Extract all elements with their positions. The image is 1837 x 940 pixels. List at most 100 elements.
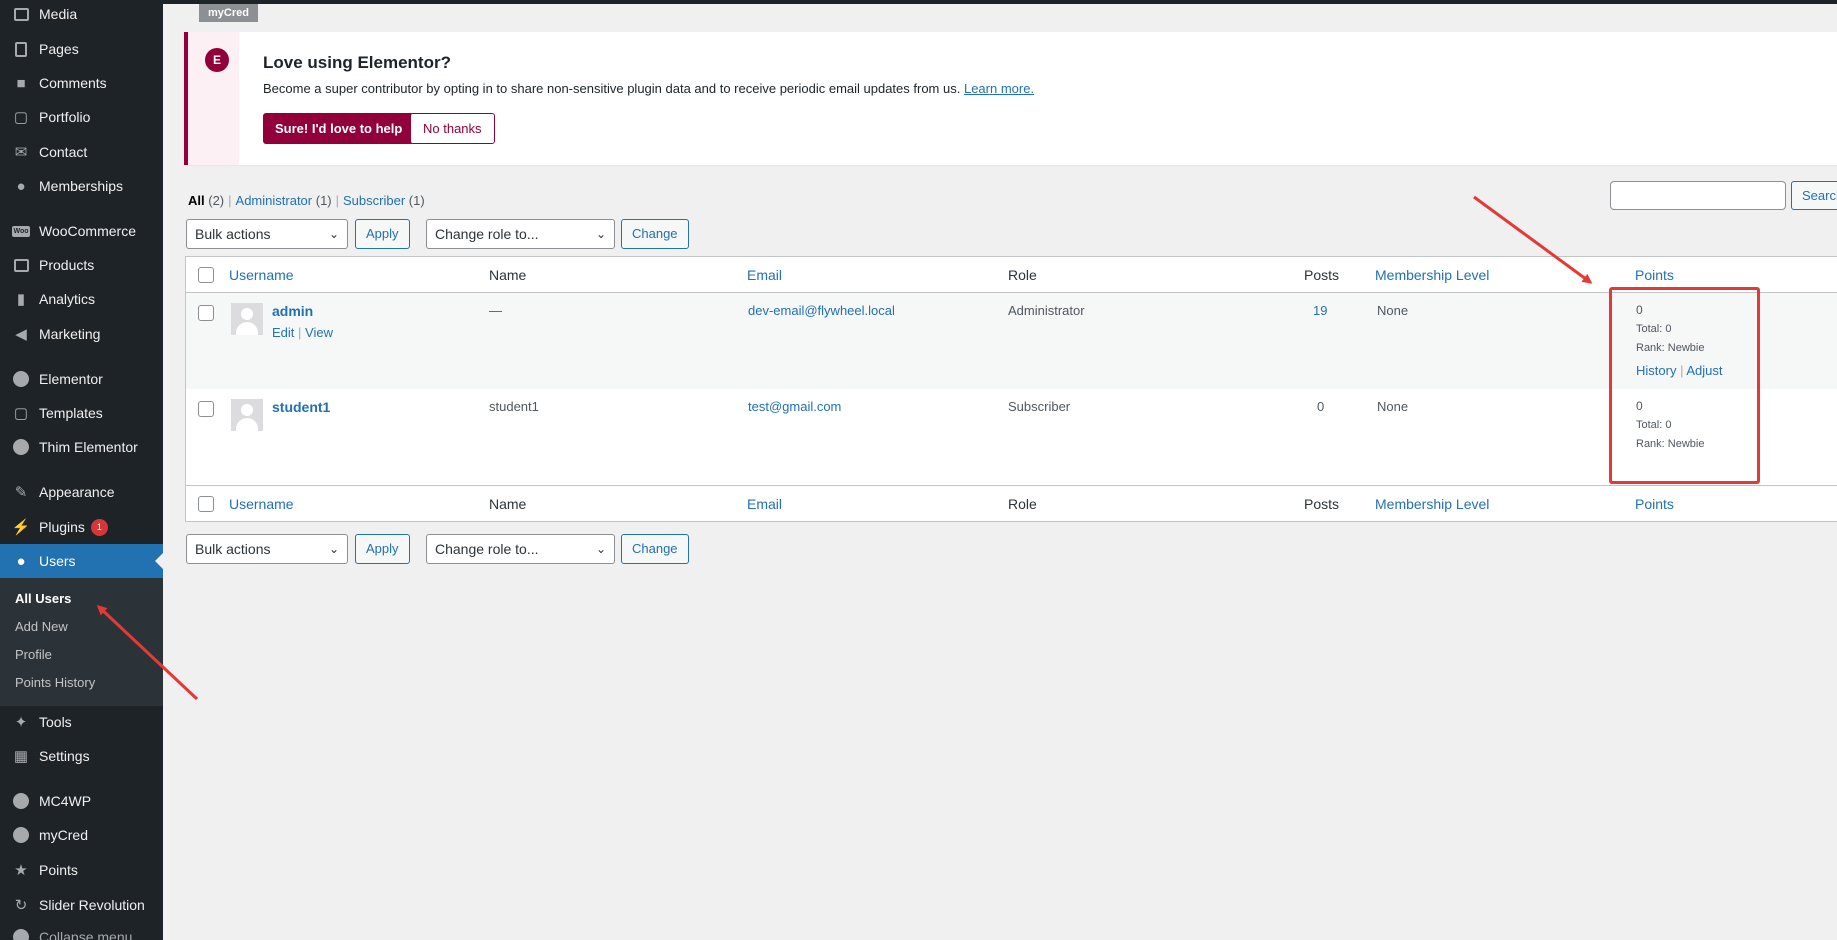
sidebar-item-media[interactable]: Media <box>0 0 163 31</box>
star-icon: ★ <box>14 862 28 879</box>
select-all-checkbox[interactable] <box>198 496 214 512</box>
chevron-down-icon: ⌄ <box>328 227 339 241</box>
filter-separator: | <box>228 193 232 208</box>
column-email[interactable]: Email <box>747 267 782 283</box>
media-icon <box>11 4 31 24</box>
email-link[interactable]: test@gmail.com <box>748 399 841 414</box>
elementor-notice: E Love using Elementor? Become a super c… <box>184 32 1837 165</box>
column-posts: Posts <box>1304 267 1340 283</box>
user-icon: ● <box>16 552 26 570</box>
sidebar-item-pages[interactable]: Pages <box>0 32 163 66</box>
column-membership-level[interactable]: Membership Level <box>1375 267 1489 283</box>
column-points[interactable]: Points <box>1635 267 1674 283</box>
change-role-value: Change role to... <box>435 226 539 242</box>
username-link[interactable]: student1 <box>272 399 330 415</box>
view-link[interactable]: View <box>305 325 333 340</box>
sidebar-item-templates[interactable]: ▢ Templates <box>0 396 163 430</box>
role-value: Subscriber <box>1008 399 1071 414</box>
membership-value: None <box>1377 399 1409 414</box>
email-link[interactable]: dev-email@flywheel.local <box>748 303 895 318</box>
username-link[interactable]: admin <box>272 303 313 319</box>
collapse-menu-button[interactable]: Collapse menu <box>0 920 163 940</box>
sidebar-item-marketing[interactable]: ◀ Marketing <box>0 317 163 351</box>
sidebar-item-analytics[interactable]: ▮ Analytics <box>0 282 163 316</box>
search-users-input[interactable] <box>1610 181 1786 210</box>
chevron-down-icon: ⌄ <box>595 227 606 241</box>
sidebar-item-comments[interactable]: ■ Comments <box>0 66 163 100</box>
mycred-icon <box>11 825 31 845</box>
name-value: — <box>489 303 502 318</box>
plugin-icon: ⚡ <box>11 519 31 536</box>
search-users-button[interactable]: Search Users <box>1791 181 1837 210</box>
submenu-profile[interactable]: Profile <box>15 647 52 662</box>
learn-more-link[interactable]: Learn more. <box>964 81 1034 96</box>
change-button-bottom[interactable]: Change <box>621 534 689 564</box>
filter-all[interactable]: All <box>188 193 205 208</box>
role-value: Administrator <box>1008 303 1085 318</box>
change-role-select[interactable]: Change role to... ⌄ <box>426 219 615 249</box>
mc4wp-icon <box>11 791 31 811</box>
change-role-value: Change role to... <box>435 541 539 557</box>
envelope-icon: ✉ <box>14 144 28 161</box>
archive-icon <box>11 255 31 275</box>
row-checkbox[interactable] <box>198 401 214 417</box>
refresh-icon: ↻ <box>14 897 28 914</box>
megaphone-icon: ◀ <box>15 326 27 343</box>
apply-button-bottom[interactable]: Apply <box>355 534 410 564</box>
change-button[interactable]: Change <box>621 219 689 249</box>
bulk-actions-select[interactable]: Bulk actions ⌄ <box>186 219 348 249</box>
opt-in-button[interactable]: Sure! I'd love to help <box>263 113 415 144</box>
folder-icon: ▢ <box>13 405 29 422</box>
column-points[interactable]: Points <box>1635 496 1674 512</box>
edit-link[interactable]: Edit <box>272 325 294 340</box>
submenu-add-new[interactable]: Add New <box>15 619 68 634</box>
column-email[interactable]: Email <box>747 496 782 512</box>
sidebar-item-thim-elementor[interactable]: Thim Elementor <box>0 430 163 464</box>
sidebar-item-points[interactable]: ★ Points <box>0 853 163 887</box>
column-name: Name <box>489 496 527 512</box>
sidebar-item-plugins[interactable]: ⚡ Plugins 1 <box>0 510 163 544</box>
filter-subscriber-count: (1) <box>408 193 425 208</box>
submenu-points-history[interactable]: Points History <box>15 675 95 690</box>
filter-separator: | <box>335 193 340 208</box>
sidebar-item-memberships[interactable]: ● Memberships <box>0 169 163 203</box>
posts-count-link[interactable]: 19 <box>1313 303 1327 318</box>
sidebar-item-users[interactable]: ● Users <box>0 544 163 578</box>
folder-icon: ▢ <box>13 109 29 126</box>
bulk-actions-select-bottom[interactable]: Bulk actions ⌄ <box>186 534 348 564</box>
sidebar-item-contact[interactable]: ✉ Contact <box>0 135 163 169</box>
sidebar-item-settings[interactable]: ▦ Settings <box>0 739 163 773</box>
sidebar-item-mycred[interactable]: myCred <box>0 818 163 852</box>
column-username[interactable]: Username <box>229 496 294 512</box>
column-membership-level[interactable]: Membership Level <box>1375 496 1489 512</box>
paintbrush-icon: ✎ <box>14 484 28 501</box>
name-value: student1 <box>489 399 539 414</box>
membership-value: None <box>1377 303 1409 318</box>
row-checkbox[interactable] <box>198 305 214 321</box>
chevron-down-icon: ⌄ <box>328 542 339 556</box>
notice-message: Become a super contributor by opting in … <box>263 81 961 96</box>
sidebar-item-products[interactable]: Products <box>0 248 163 282</box>
thim-icon <box>11 437 31 457</box>
points-highlight-box <box>1609 287 1760 484</box>
row-action-separator: | <box>298 325 302 340</box>
avatar <box>231 303 263 335</box>
bulk-actions-value: Bulk actions <box>195 226 271 242</box>
sidebar-item-appearance[interactable]: ✎ Appearance <box>0 475 163 509</box>
column-username[interactable]: Username <box>229 267 294 283</box>
sidebar-item-mc4wp[interactable]: MC4WP <box>0 784 163 818</box>
sidebar-item-elementor[interactable]: Elementor <box>0 362 163 396</box>
sidebar-item-woocommerce[interactable]: Woo WooCommerce <box>0 214 163 248</box>
posts-count: 0 <box>1317 399 1325 414</box>
sidebar-item-portfolio[interactable]: ▢ Portfolio <box>0 100 163 134</box>
select-all-checkbox[interactable] <box>198 267 214 283</box>
change-role-select-bottom[interactable]: Change role to... ⌄ <box>426 534 615 564</box>
collapse-icon <box>11 927 31 940</box>
filter-administrator[interactable]: Administrator <box>236 193 313 208</box>
sidebar-item-tools[interactable]: ✦ Tools <box>0 705 163 739</box>
sidebar-item-slider-revolution[interactable]: ↻ Slider Revolution <box>0 888 163 922</box>
no-thanks-button[interactable]: No thanks <box>410 113 495 144</box>
apply-button[interactable]: Apply <box>355 219 410 249</box>
filter-subscriber[interactable]: Subscriber <box>343 193 405 208</box>
submenu-all-users[interactable]: All Users <box>15 591 71 606</box>
